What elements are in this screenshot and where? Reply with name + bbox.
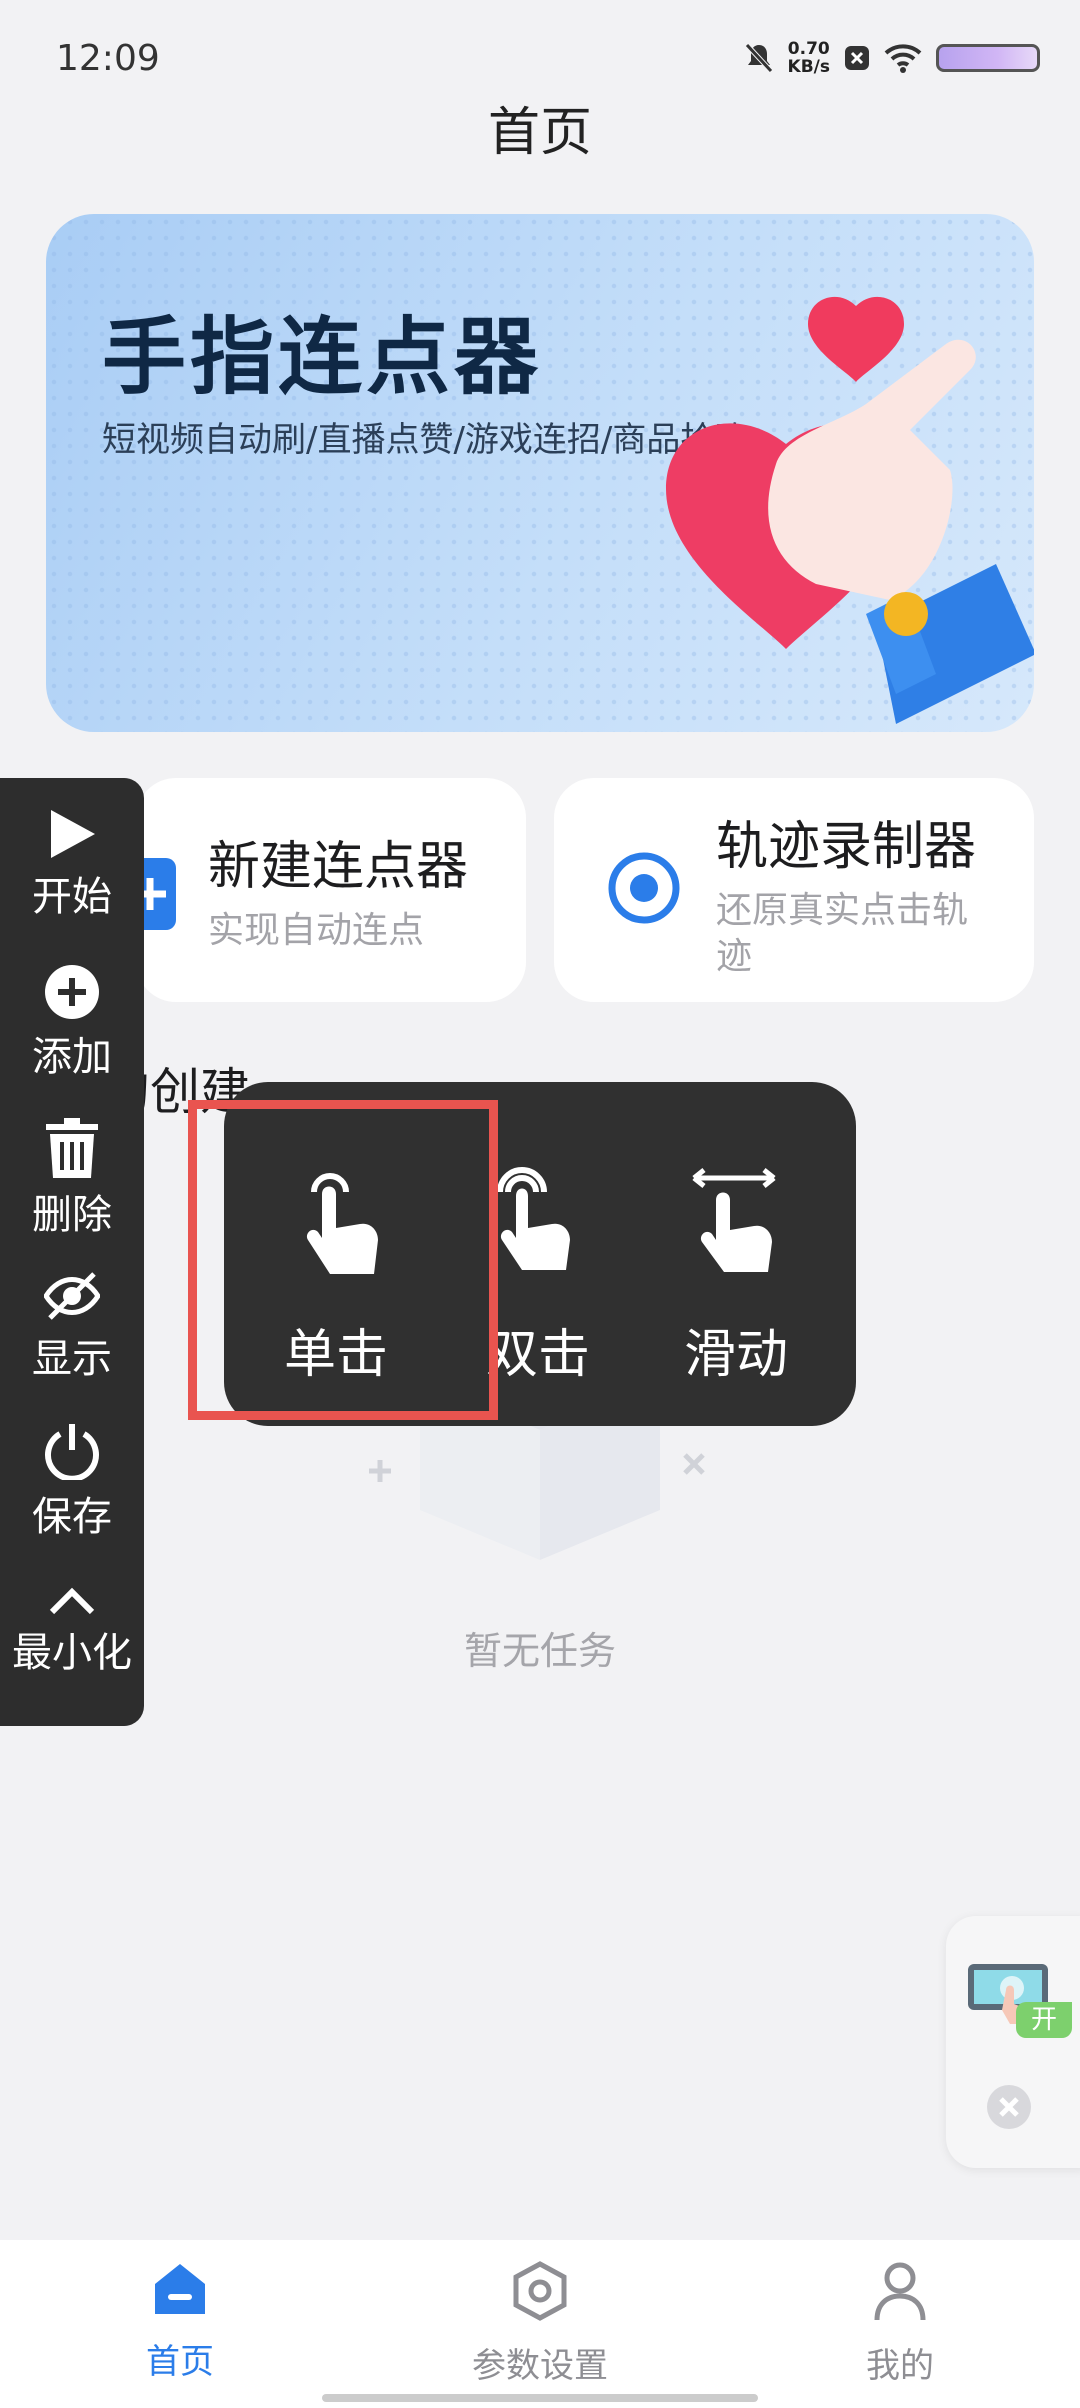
plus-circle-icon <box>45 965 99 1019</box>
battery-icon <box>936 44 1040 72</box>
card-subtitle: 实现自动连点 <box>208 910 425 951</box>
record-target-icon <box>608 852 680 924</box>
bottom-navigation: 首页 参数设置 我的 <box>0 2240 1080 2408</box>
promo-banner[interactable]: 手指连点器 短视频自动刷/直播点赞/游戏连招/商品抢购 <box>46 214 1034 732</box>
eye-off-icon <box>43 1272 101 1320</box>
save-button[interactable]: 保存 <box>0 1422 144 1542</box>
start-button[interactable]: 开始 <box>0 808 144 922</box>
nav-home[interactable]: 首页 <box>60 2260 300 2383</box>
swipe-option[interactable]: 滑动 <box>636 1082 836 1426</box>
banner-title: 手指连点器 <box>102 308 543 406</box>
on-badge: 开 <box>1016 2002 1072 2038</box>
card-title: 轨迹录制器 <box>716 817 977 877</box>
nav-settings[interactable]: 参数设置 <box>420 2260 660 2387</box>
swipe-icon <box>692 1168 776 1272</box>
selection-highlight-box <box>188 1100 498 1420</box>
home-indicator <box>322 2394 758 2402</box>
wifi-icon <box>884 44 922 73</box>
card-subtitle-cont: 迹 <box>716 936 753 977</box>
floating-mini-widget[interactable]: 开 <box>946 1916 1080 2168</box>
status-time: 12:09 <box>56 38 160 79</box>
play-icon <box>51 810 95 858</box>
hand-heart-illustration <box>666 296 1034 724</box>
delete-button[interactable]: 删除 <box>0 1118 144 1240</box>
settings-hex-icon <box>513 2261 567 2321</box>
close-box-icon <box>845 46 869 70</box>
trash-icon <box>46 1118 98 1178</box>
person-icon <box>874 2262 926 2321</box>
track-recorder-card[interactable]: 轨迹录制器 还原真实点击轨 迹 <box>554 778 1034 1002</box>
card-subtitle: 还原真实点击轨 <box>716 890 969 931</box>
chevron-up-icon <box>49 1587 95 1615</box>
mute-bell-icon <box>744 43 773 73</box>
home-icon <box>155 2264 205 2314</box>
empty-state-text: 暂无任务 <box>463 1629 616 1673</box>
network-speed: 0.70 KB/s <box>787 39 830 77</box>
nav-profile[interactable]: 我的 <box>780 2260 1020 2387</box>
page-title: 首页 <box>487 103 592 163</box>
double-tap-icon <box>497 1167 570 1270</box>
add-button[interactable]: 添加 <box>0 964 144 1082</box>
new-clicker-card[interactable]: 新建连点器 实现自动连点 <box>136 778 526 1002</box>
floating-control-panel: 开始 添加 删除 显示 保存 最小化 <box>0 778 144 1726</box>
power-icon <box>45 1424 99 1482</box>
close-circle-icon[interactable] <box>986 2084 1032 2130</box>
show-button[interactable]: 显示 <box>0 1270 144 1384</box>
card-title: 新建连点器 <box>208 837 469 897</box>
status-icons: 0.70 KB/s <box>744 40 1040 76</box>
minimize-button[interactable]: 最小化 <box>0 1586 144 1678</box>
